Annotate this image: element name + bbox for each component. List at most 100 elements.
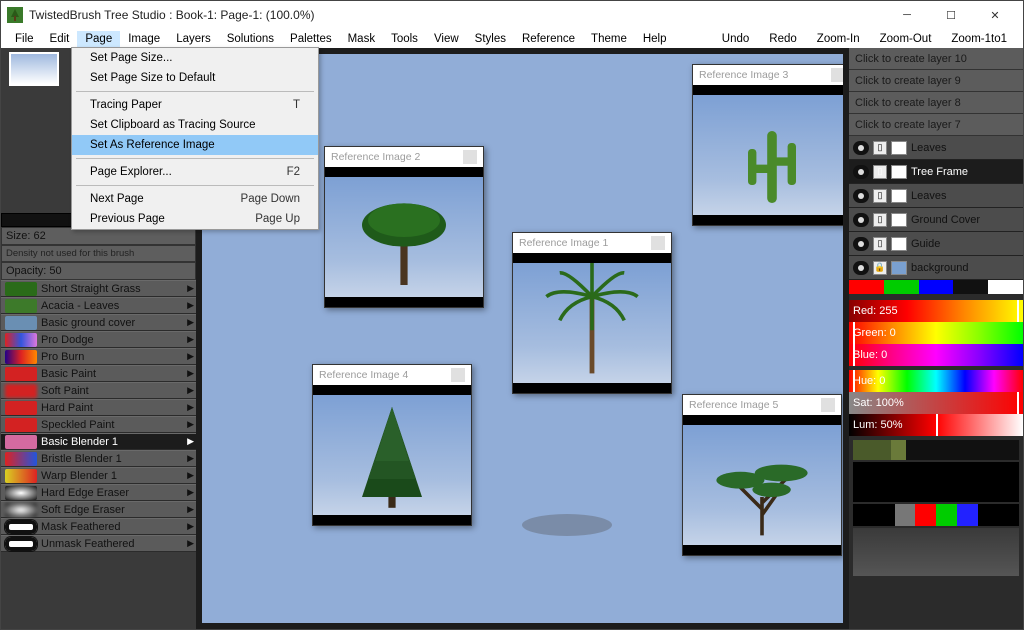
reference-close-icon[interactable] xyxy=(821,398,835,412)
layer-leaves[interactable]: ▯Leaves xyxy=(849,184,1023,208)
brush-speckled-paint[interactable]: Speckled Paint▶ xyxy=(1,416,196,433)
menu-theme[interactable]: Theme xyxy=(583,31,635,47)
opacity-panel[interactable]: Opacity: 50 xyxy=(1,262,196,280)
create-layer-row[interactable]: Click to create layer 10 xyxy=(849,48,1023,70)
layer-color-swatch[interactable] xyxy=(891,261,907,275)
swatch-row[interactable] xyxy=(853,440,1019,460)
menu-reference[interactable]: Reference xyxy=(514,31,583,47)
menuitem-set-page-size-[interactable]: Set Page Size... xyxy=(72,48,318,68)
lock-icon[interactable]: 🔒 xyxy=(873,261,887,275)
menuitem-set-clipboard-as-tracing-source[interactable]: Set Clipboard as Tracing Source xyxy=(72,115,318,135)
brush-acacia-leaves[interactable]: Acacia - Leaves▶ xyxy=(1,297,196,314)
reference-title: Reference Image 4 xyxy=(319,369,408,381)
menuitem-page-explorer-[interactable]: Page Explorer...F2 xyxy=(72,162,318,182)
swatch-black[interactable] xyxy=(853,462,1019,502)
menuitem-set-as-reference-image[interactable]: Set As Reference Image xyxy=(72,135,318,155)
menu-solutions[interactable]: Solutions xyxy=(219,31,282,47)
hue-slider[interactable]: Hue: 0 xyxy=(849,370,1023,392)
menu-styles[interactable]: Styles xyxy=(467,31,514,47)
brush-mask-feathered[interactable]: Mask Feathered▶ xyxy=(1,518,196,535)
brush-hard-paint[interactable]: Hard Paint▶ xyxy=(1,399,196,416)
visibility-icon[interactable] xyxy=(853,261,869,275)
menu-help[interactable]: Help xyxy=(635,31,675,47)
reference-close-icon[interactable] xyxy=(463,150,477,164)
menu-edit[interactable]: Edit xyxy=(42,31,78,47)
menu-redo[interactable]: Redo xyxy=(759,31,807,47)
menuitem-previous-page[interactable]: Previous PagePage Up xyxy=(72,209,318,229)
red-slider[interactable]: Red: 255 xyxy=(849,300,1023,322)
visibility-icon[interactable] xyxy=(853,189,869,203)
menu-palettes[interactable]: Palettes xyxy=(282,31,340,47)
sat-slider[interactable]: Sat: 100% xyxy=(849,392,1023,414)
lock-icon[interactable]: ▯ xyxy=(873,213,887,227)
lum-slider[interactable]: Lum: 50% xyxy=(849,414,1023,436)
layer-color-swatch[interactable] xyxy=(891,189,907,203)
layer-leaves[interactable]: ▯Leaves xyxy=(849,136,1023,160)
visibility-icon[interactable] xyxy=(853,165,869,179)
layer-name: background xyxy=(911,262,969,274)
brush-warp-blender-1[interactable]: Warp Blender 1▶ xyxy=(1,467,196,484)
reference-reference-image-1[interactable]: Reference Image 1 xyxy=(512,232,672,394)
menu-zoom-out[interactable]: Zoom-Out xyxy=(870,31,942,47)
reference-close-icon[interactable] xyxy=(651,236,665,250)
brush-pro-dodge[interactable]: Pro Dodge▶ xyxy=(1,331,196,348)
blue-slider[interactable]: Blue: 0 xyxy=(849,344,1023,366)
brush-pro-burn[interactable]: Pro Burn▶ xyxy=(1,348,196,365)
menuitem-set-page-size-to-default[interactable]: Set Page Size to Default xyxy=(72,68,318,88)
reference-reference-image-5[interactable]: Reference Image 5 xyxy=(682,394,842,556)
brush-short-straight-grass[interactable]: Short Straight Grass▶ xyxy=(1,280,196,297)
layer-color-swatch[interactable] xyxy=(891,165,907,179)
titlebar: TwistedBrush Tree Studio : Book-1: Page-… xyxy=(1,1,1023,29)
reference-close-icon[interactable] xyxy=(831,68,843,82)
layer-background[interactable]: 🔒 background xyxy=(849,256,1023,280)
create-layer-row[interactable]: Click to create layer 8 xyxy=(849,92,1023,114)
menu-tools[interactable]: Tools xyxy=(383,31,426,47)
visibility-icon[interactable] xyxy=(853,141,869,155)
lock-icon[interactable]: ▯ xyxy=(873,141,887,155)
reference-reference-image-4[interactable]: Reference Image 4 xyxy=(312,364,472,526)
lock-icon[interactable]: ▯ xyxy=(873,189,887,203)
menu-image[interactable]: Image xyxy=(120,31,168,47)
create-layer-row[interactable]: Click to create layer 7 xyxy=(849,114,1023,136)
visibility-icon[interactable] xyxy=(853,237,869,251)
brush-soft-paint[interactable]: Soft Paint▶ xyxy=(1,382,196,399)
menu-layers[interactable]: Layers xyxy=(168,31,219,47)
brush-hard-edge-eraser[interactable]: Hard Edge Eraser▶ xyxy=(1,484,196,501)
reference-close-icon[interactable] xyxy=(451,368,465,382)
layer-color-swatch[interactable] xyxy=(891,141,907,155)
layer-color-swatch[interactable] xyxy=(891,237,907,251)
lock-icon[interactable]: ▯ xyxy=(873,237,887,251)
layer-tree-frame[interactable]: ▯Tree Frame xyxy=(849,160,1023,184)
reference-reference-image-2[interactable]: Reference Image 2 xyxy=(324,146,484,308)
brush-basic-blender-1[interactable]: Basic Blender 1▶ xyxy=(1,433,196,450)
swatch-gradient[interactable] xyxy=(853,528,1019,576)
layer-guide[interactable]: ▯Guide xyxy=(849,232,1023,256)
menu-view[interactable]: View xyxy=(426,31,467,47)
primary-color-strip[interactable] xyxy=(849,280,1023,294)
menu-zoom-in[interactable]: Zoom-In xyxy=(807,31,870,47)
menu-undo[interactable]: Undo xyxy=(712,31,760,47)
layer-ground-cover[interactable]: ▯Ground Cover xyxy=(849,208,1023,232)
green-slider[interactable]: Green: 0 xyxy=(849,322,1023,344)
menuitem-next-page[interactable]: Next PagePage Down xyxy=(72,189,318,209)
visibility-icon[interactable] xyxy=(853,213,869,227)
maximize-button[interactable]: ☐ xyxy=(929,1,973,29)
menu-file[interactable]: File xyxy=(7,31,42,47)
brush-basic-paint[interactable]: Basic Paint▶ xyxy=(1,365,196,382)
brush-basic-ground-cover[interactable]: Basic ground cover▶ xyxy=(1,314,196,331)
brush-soft-edge-eraser[interactable]: Soft Edge Eraser▶ xyxy=(1,501,196,518)
menu-zoom-1to1[interactable]: Zoom-1to1 xyxy=(941,31,1017,47)
brush-bristle-blender-1[interactable]: Bristle Blender 1▶ xyxy=(1,450,196,467)
swatch-row-rgb[interactable] xyxy=(853,504,1019,526)
close-button[interactable]: ✕ xyxy=(973,1,1017,29)
minimize-button[interactable]: ─ xyxy=(885,1,929,29)
menu-mask[interactable]: Mask xyxy=(340,31,383,47)
reference-reference-image-3[interactable]: Reference Image 3 xyxy=(692,64,843,226)
menuitem-tracing-paper[interactable]: Tracing PaperT xyxy=(72,95,318,115)
create-layer-row[interactable]: Click to create layer 9 xyxy=(849,70,1023,92)
page-thumbnail[interactable] xyxy=(9,52,59,86)
menu-page[interactable]: Page xyxy=(77,31,120,47)
lock-icon[interactable]: ▯ xyxy=(873,165,887,179)
layer-color-swatch[interactable] xyxy=(891,213,907,227)
brush-unmask-feathered[interactable]: Unmask Feathered▶ xyxy=(1,535,196,552)
